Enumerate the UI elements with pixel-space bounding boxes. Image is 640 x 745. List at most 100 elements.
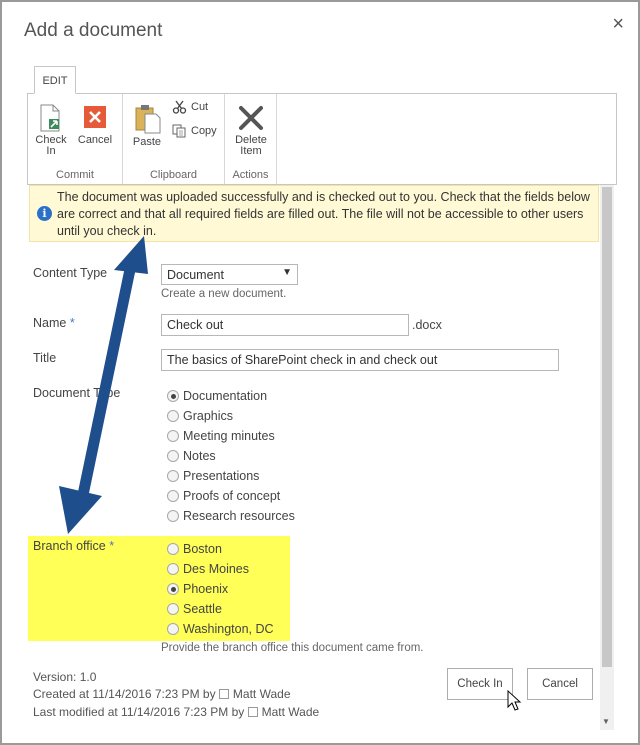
content-type-hint: Create a new document. xyxy=(161,288,287,300)
branch-office-option-label: Boston xyxy=(183,542,222,556)
radio-button[interactable] xyxy=(167,623,179,635)
cancel-icon xyxy=(84,106,106,128)
presence-checkbox-icon xyxy=(218,689,229,699)
scroll-down-arrow-icon[interactable]: ▼ xyxy=(602,717,610,726)
cut-button[interactable]: Cut xyxy=(172,100,208,114)
delete-item-label: Delete Item xyxy=(235,134,267,157)
paste-label: Paste xyxy=(132,136,162,148)
group-label-actions: Actions xyxy=(232,169,269,181)
radio-button[interactable] xyxy=(167,410,179,422)
document-type-option-label: Notes xyxy=(183,449,216,463)
cancel-ribbon-label: Cancel xyxy=(77,134,113,146)
document-type-option-label: Proofs of concept xyxy=(183,489,281,503)
document-type-option-label: Presentations xyxy=(183,469,260,483)
copy-button[interactable]: Copy xyxy=(172,124,217,138)
branch-office-hint: Provide the branch office this document … xyxy=(161,642,424,654)
copy-icon xyxy=(172,124,186,138)
cancel-button[interactable]: Cancel xyxy=(527,668,593,700)
document-type-option-label: Research resources xyxy=(183,509,295,523)
delete-item-button[interactable]: Delete Item xyxy=(229,104,273,157)
scrollbar[interactable]: ▼ xyxy=(600,185,614,730)
radio-button[interactable] xyxy=(167,390,179,402)
copy-label: Copy xyxy=(191,125,217,137)
created-by-user[interactable]: Matt Wade xyxy=(233,687,291,701)
radio-button[interactable] xyxy=(167,470,179,482)
document-type-option-label: Documentation xyxy=(183,389,268,403)
dialog-title: Add a document xyxy=(24,20,163,41)
group-label-commit: Commit xyxy=(56,169,94,181)
radio-button[interactable] xyxy=(167,510,179,522)
ribbon: Check In Cancel Commit Paste Cut Copy Cl… xyxy=(27,93,617,185)
content-type-label: Content Type xyxy=(33,266,108,280)
content-type-value: Document xyxy=(167,268,224,282)
title-field[interactable]: The basics of SharePoint check in and ch… xyxy=(161,349,559,371)
check-in-icon xyxy=(40,104,60,132)
branch-office-option-label: Washington, DC xyxy=(183,622,274,636)
document-type-option[interactable]: Presentations xyxy=(167,468,259,484)
title-label: Title xyxy=(33,351,57,365)
radio-button[interactable] xyxy=(167,603,179,615)
dropdown-arrow-icon: ▼ xyxy=(282,267,292,278)
created-text: Created at 11/14/2016 7:23 PM by Matt Wa… xyxy=(33,687,291,701)
modified-at: Last modified at 11/14/2016 7:23 PM by xyxy=(33,705,245,719)
modified-text: Last modified at 11/14/2016 7:23 PM by M… xyxy=(33,705,319,719)
ribbon-group-commit: Check In Cancel Commit xyxy=(28,94,123,184)
required-marker: * xyxy=(109,539,115,553)
document-type-option-label: Meeting minutes xyxy=(183,429,275,443)
radio-button[interactable] xyxy=(167,450,179,462)
radio-button[interactable] xyxy=(167,543,179,555)
check-in-label: Check In xyxy=(35,134,67,157)
mouse-pointer-icon xyxy=(507,690,522,711)
group-label-clipboard: Clipboard xyxy=(149,169,198,181)
branch-office-option[interactable]: Seattle xyxy=(167,601,222,617)
delete-x-icon xyxy=(239,106,263,130)
document-type-option[interactable]: Graphics xyxy=(167,408,233,424)
cut-label: Cut xyxy=(191,101,209,113)
scroll-thumb[interactable] xyxy=(602,187,612,667)
paste-icon xyxy=(135,105,161,134)
branch-office-label: Branch office * xyxy=(33,539,114,553)
document-type-option[interactable]: Meeting minutes xyxy=(167,428,275,444)
radio-button[interactable] xyxy=(167,430,179,442)
cancel-ribbon-button[interactable]: Cancel xyxy=(76,104,114,146)
name-suffix: .docx xyxy=(412,318,442,332)
document-type-label: Document Type xyxy=(33,386,121,400)
info-icon: i xyxy=(37,206,52,221)
branch-office-option-label: Phoenix xyxy=(183,582,229,596)
paste-button[interactable]: Paste xyxy=(129,104,165,148)
ribbon-group-clipboard: Paste Cut Copy Clipboard xyxy=(123,94,225,184)
name-field[interactable]: Check out xyxy=(161,314,409,336)
version-text: Version: 1.0 xyxy=(33,670,97,684)
add-document-dialog: Add a document × EDIT Check In Cancel Co… xyxy=(0,0,640,745)
radio-button[interactable] xyxy=(167,583,179,595)
branch-office-label-text: Branch office xyxy=(33,539,106,553)
content-type-select[interactable]: Document ▼ xyxy=(161,264,298,285)
name-label: Name * xyxy=(33,316,75,330)
document-type-option[interactable]: Notes xyxy=(167,448,216,464)
check-in-button-footer[interactable]: Check In xyxy=(447,668,513,700)
document-type-option[interactable]: Research resources xyxy=(167,508,295,524)
scissors-icon xyxy=(172,100,187,114)
branch-office-option[interactable]: Washington, DC xyxy=(167,621,274,637)
ribbon-group-actions: Delete Item Actions xyxy=(225,94,277,184)
created-at: Created at 11/14/2016 7:23 PM by xyxy=(33,687,216,701)
branch-office-option[interactable]: Des Moines xyxy=(167,561,249,577)
branch-office-option-label: Des Moines xyxy=(183,562,249,576)
required-marker: * xyxy=(69,316,75,330)
radio-button[interactable] xyxy=(167,490,179,502)
name-label-text: Name xyxy=(33,316,67,330)
presence-checkbox-icon xyxy=(247,707,258,717)
info-message-bar: i The document was uploaded successfully… xyxy=(29,185,599,242)
document-type-option-label: Graphics xyxy=(183,409,234,423)
branch-office-option-label: Seattle xyxy=(183,602,222,616)
info-message: The document was uploaded successfully a… xyxy=(57,190,590,238)
document-type-option[interactable]: Proofs of concept xyxy=(167,488,280,504)
check-in-button[interactable]: Check In xyxy=(34,104,68,157)
modified-by-user[interactable]: Matt Wade xyxy=(262,705,320,719)
close-icon[interactable]: × xyxy=(612,14,624,34)
branch-office-option[interactable]: Phoenix xyxy=(167,581,228,597)
document-type-option[interactable]: Documentation xyxy=(167,388,267,404)
branch-office-option[interactable]: Boston xyxy=(167,541,222,557)
radio-button[interactable] xyxy=(167,563,179,575)
tab-edit[interactable]: EDIT xyxy=(34,66,76,94)
